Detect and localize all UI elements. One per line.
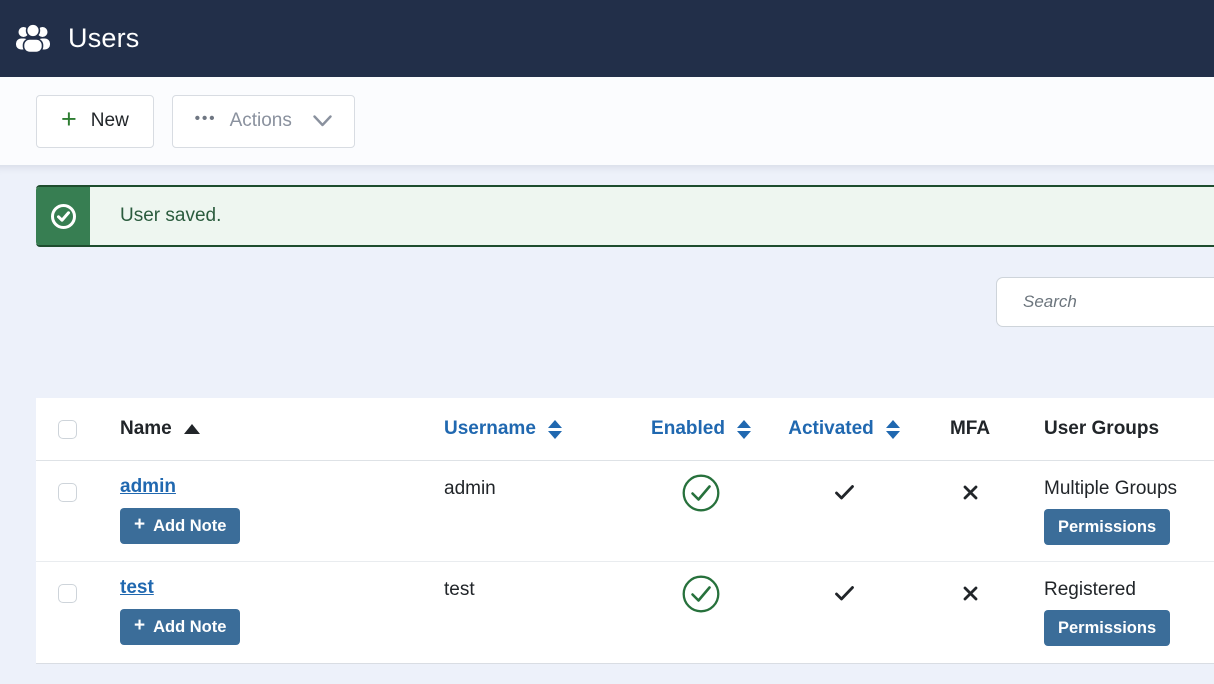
username-cell: test <box>444 562 654 601</box>
activated-cell <box>748 562 940 601</box>
actions-dropdown-button[interactable]: ••• Actions <box>172 95 355 148</box>
column-header-mfa: MFA <box>940 398 1000 440</box>
column-header-name[interactable]: Name <box>120 398 444 440</box>
row-checkbox-cell <box>36 562 120 608</box>
activated-cell <box>748 461 940 500</box>
name-cell: test + Add Note <box>120 562 444 645</box>
permissions-button[interactable]: Permissions <box>1044 509 1170 545</box>
check-icon <box>835 485 854 500</box>
new-button[interactable]: + New <box>36 95 154 148</box>
add-note-button[interactable]: + Add Note <box>120 508 240 544</box>
users-icon <box>14 23 52 55</box>
add-note-button[interactable]: + Add Note <box>120 609 240 645</box>
table-row: admin + Add Note admin <box>36 461 1214 562</box>
page-title: Users <box>68 23 140 54</box>
enabled-cell[interactable] <box>654 461 748 513</box>
sort-both-icon <box>886 420 900 439</box>
name-cell: admin + Add Note <box>120 461 444 544</box>
permissions-button[interactable]: Permissions <box>1044 610 1170 646</box>
row-checkbox-cell <box>36 461 120 507</box>
user-name-link[interactable]: admin <box>120 476 176 497</box>
user-groups-cell: Registered Permissions <box>1000 562 1214 646</box>
check-circle-icon <box>50 203 77 230</box>
user-groups-label: Multiple Groups <box>1044 478 1177 499</box>
table-row: test + Add Note test <box>36 562 1214 663</box>
enabled-check-circle-icon <box>681 473 721 513</box>
sort-ascending-icon <box>184 424 200 434</box>
actions-button-label: Actions <box>230 110 292 132</box>
column-header-activated[interactable]: Activated <box>748 398 940 440</box>
username-cell: admin <box>444 461 654 500</box>
column-header-username[interactable]: Username <box>444 398 654 440</box>
sort-both-icon <box>548 420 562 439</box>
row-checkbox[interactable] <box>58 584 77 603</box>
table-header-row: Name Username Enabled Activated MFA <box>36 398 1214 461</box>
plus-icon: + <box>61 106 77 133</box>
x-icon <box>963 586 978 601</box>
plus-icon: + <box>134 615 145 637</box>
new-button-label: New <box>91 110 129 132</box>
user-groups-cell: Multiple Groups Permissions <box>1000 461 1214 545</box>
user-groups-label: Registered <box>1044 579 1136 600</box>
column-header-user-groups: User Groups <box>1000 398 1214 440</box>
column-header-enabled[interactable]: Enabled <box>654 398 748 440</box>
check-icon <box>835 586 854 601</box>
select-all-checkbox[interactable] <box>58 420 77 439</box>
content-area: User saved. Name Username Enabled <box>0 165 1214 684</box>
mfa-cell <box>940 461 1000 500</box>
success-alert-icon-block <box>36 187 90 245</box>
enabled-cell[interactable] <box>654 562 748 614</box>
app-header: Users <box>0 0 1214 77</box>
user-name-link[interactable]: test <box>120 577 154 598</box>
search-input[interactable] <box>996 277 1214 327</box>
enabled-check-circle-icon <box>681 574 721 614</box>
x-icon <box>963 485 978 500</box>
toolbar: + New ••• Actions <box>0 77 1214 165</box>
mfa-cell <box>940 562 1000 601</box>
row-checkbox[interactable] <box>58 483 77 502</box>
plus-icon: + <box>134 514 145 536</box>
chevron-down-icon <box>313 115 332 127</box>
ellipsis-icon: ••• <box>195 110 217 127</box>
alert-message: User saved. <box>90 187 221 245</box>
users-table: Name Username Enabled Activated MFA <box>36 398 1214 664</box>
header-checkbox-cell <box>36 398 120 444</box>
success-alert: User saved. <box>36 185 1214 247</box>
